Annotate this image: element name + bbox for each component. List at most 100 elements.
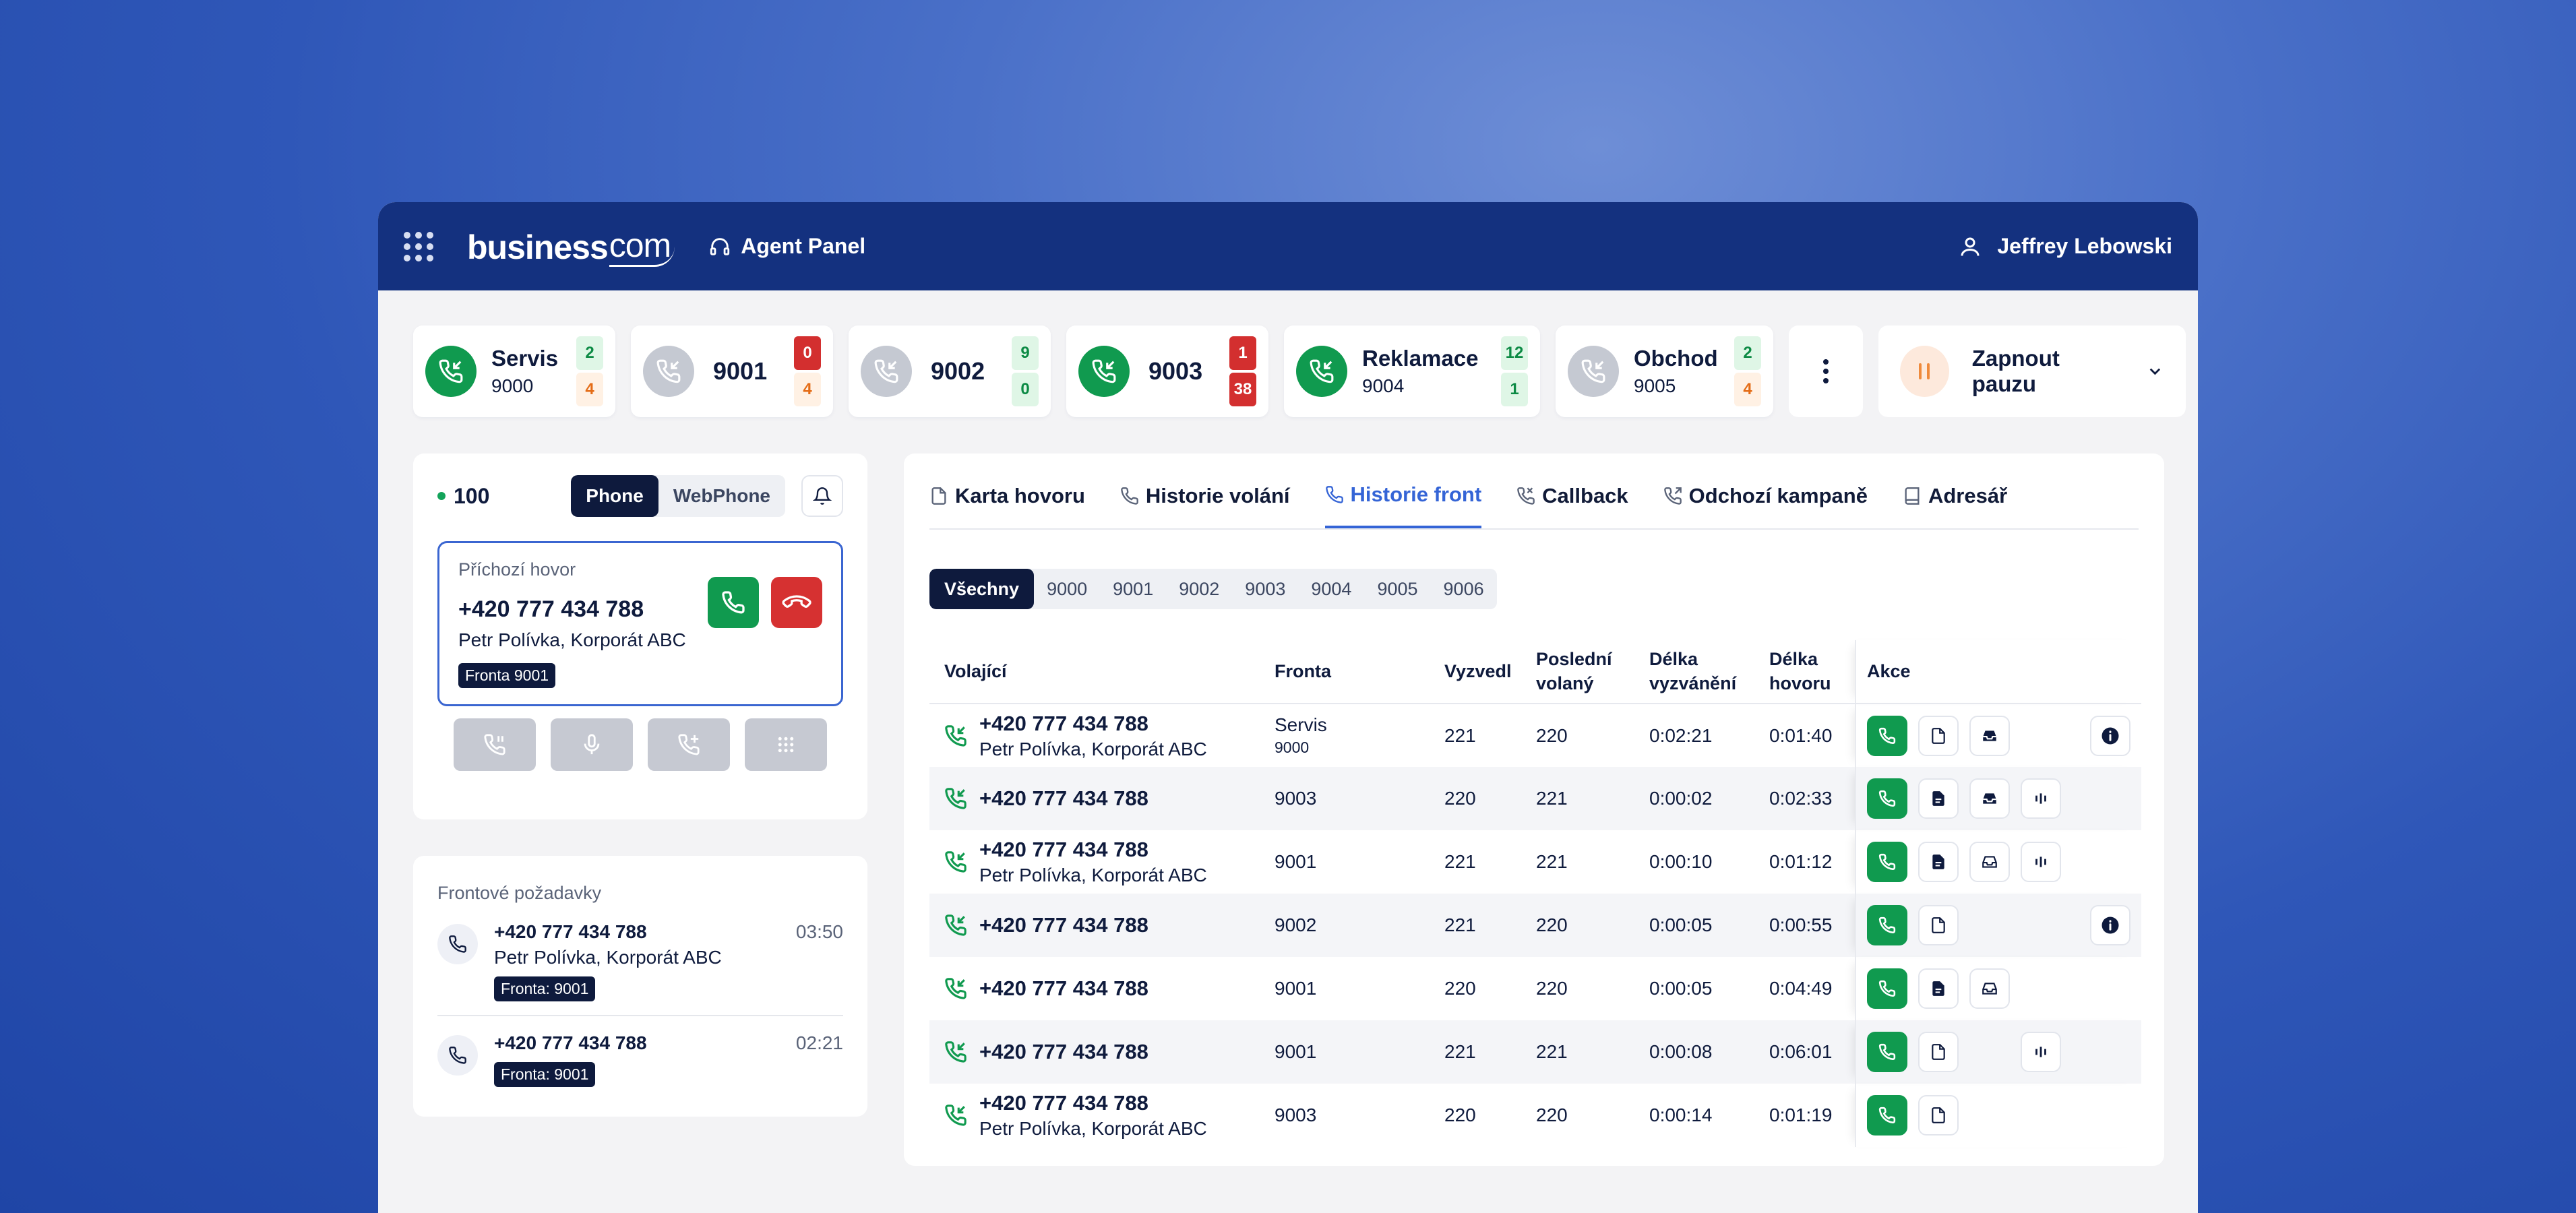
caller-number: +420 777 434 788 bbox=[979, 711, 1148, 735]
hangup-icon bbox=[782, 595, 811, 608]
call-back-button[interactable] bbox=[1867, 1095, 1907, 1136]
call-card-button[interactable] bbox=[1918, 1095, 1959, 1136]
document-filled-icon bbox=[1932, 981, 1944, 996]
table-row[interactable]: +420 777 434 788 9001 221 221 0:00:08 0:… bbox=[929, 1020, 2141, 1084]
call-card-button[interactable] bbox=[1918, 905, 1959, 945]
incoming-call-card: Příchozí hovor +420 777 434 788 Petr Pol… bbox=[437, 541, 843, 706]
webphone-mode-button[interactable]: WebPhone bbox=[658, 475, 785, 517]
phone-icon bbox=[1121, 487, 1138, 505]
caller-number: +420 777 434 788 bbox=[979, 976, 1148, 1000]
bell-icon bbox=[813, 487, 832, 505]
ticket-button[interactable] bbox=[1969, 968, 2010, 1009]
col-caller[interactable]: Volající bbox=[929, 640, 1275, 704]
info-button[interactable] bbox=[2090, 715, 2130, 756]
tab-historie-volani[interactable]: Historie volání bbox=[1120, 470, 1290, 528]
queue-card-9002[interactable]: 9002 90 bbox=[849, 325, 1051, 417]
call-card-button[interactable] bbox=[1918, 778, 1959, 819]
picked-cell: 220 bbox=[1444, 767, 1536, 830]
tab-adresar[interactable]: Adresář bbox=[1903, 470, 2007, 528]
ticket-button[interactable] bbox=[1969, 842, 2010, 882]
call-card-button[interactable] bbox=[1918, 842, 1959, 882]
table-row[interactable]: +420 777 434 788 Petr Polívka, Korporát … bbox=[929, 704, 2141, 767]
ring-time-cell: 0:00:02 bbox=[1649, 767, 1769, 830]
incoming-call-icon bbox=[1568, 346, 1619, 397]
col-queue[interactable]: Fronta bbox=[1275, 640, 1444, 704]
more-queues-button[interactable] bbox=[1789, 325, 1863, 417]
last-called-cell: 221 bbox=[1536, 767, 1649, 830]
call-back-button[interactable] bbox=[1867, 1032, 1907, 1072]
document-icon bbox=[1932, 727, 1945, 744]
queue-request-item[interactable]: +420 777 434 788 Fronta: 9001 02:21 bbox=[437, 1015, 843, 1087]
ring-time-cell: 0:02:21 bbox=[1649, 724, 1713, 746]
queue-card-servis[interactable]: Servis 9000 24 bbox=[413, 325, 615, 417]
last-called-cell: 220 bbox=[1536, 894, 1649, 957]
col-talk-time[interactable]: Délka hovoru bbox=[1769, 640, 1856, 704]
call-card-button[interactable] bbox=[1918, 1032, 1959, 1072]
table-row[interactable]: +420 777 434 788 Petr Polívka, Korporát … bbox=[929, 830, 2141, 894]
transfer-button[interactable] bbox=[648, 718, 730, 771]
caller-number: +420 777 434 788 bbox=[979, 1040, 1148, 1063]
filter-all[interactable]: Všechny bbox=[929, 569, 1035, 609]
recording-button[interactable] bbox=[2021, 1032, 2061, 1072]
call-back-button[interactable] bbox=[1867, 968, 1907, 1009]
waiting-badge: 2 bbox=[576, 336, 603, 370]
recording-icon bbox=[2035, 793, 2046, 804]
queue-name: 9003 bbox=[1275, 1105, 1317, 1125]
pause-dropdown[interactable]: Zapnout pauzu bbox=[1878, 325, 2186, 417]
call-back-button[interactable] bbox=[1867, 842, 1907, 882]
accept-call-button[interactable] bbox=[708, 577, 759, 628]
user-menu[interactable]: Jeffrey Lebowski bbox=[1958, 234, 2172, 259]
table-row[interactable]: +420 777 434 788 9001 220 220 0:00:05 0:… bbox=[929, 957, 2141, 1020]
col-ring-time[interactable]: Délka vyzvánění bbox=[1649, 640, 1769, 704]
filter-9006[interactable]: 9006 bbox=[1431, 569, 1497, 609]
info-button[interactable] bbox=[2090, 905, 2130, 945]
agent-panel-label: Agent Panel bbox=[708, 234, 865, 259]
ticket-button[interactable] bbox=[1969, 778, 2010, 819]
talk-time-cell: 0:01:12 bbox=[1769, 851, 1833, 872]
phone-mode-toggle: Phone WebPhone bbox=[571, 475, 785, 517]
table-row[interactable]: +420 777 434 788 Petr Polívka, Korporát … bbox=[929, 1084, 2141, 1147]
queue-card-reklamace[interactable]: Reklamace 9004 12 1 bbox=[1284, 325, 1540, 417]
table-row[interactable]: +420 777 434 788 9002 221 220 0:00:05 0:… bbox=[929, 894, 2141, 957]
call-card-button[interactable] bbox=[1918, 968, 1959, 1009]
queue-request-item[interactable]: +420 777 434 788 Petr Polívka, Korporát … bbox=[437, 921, 843, 1001]
col-last-called[interactable]: Poslední volaný bbox=[1536, 640, 1649, 704]
queue-card-obchod[interactable]: Obchod 9005 24 bbox=[1556, 325, 1773, 417]
tab-odchozi-kampane[interactable]: Odchozí kampaně bbox=[1663, 470, 1868, 528]
apps-grid-icon[interactable] bbox=[404, 231, 433, 261]
caller-cell: +420 777 434 788 Petr Polívka, Korporát … bbox=[929, 704, 1275, 767]
hold-button[interactable] bbox=[454, 718, 536, 771]
filter-9004[interactable]: 9004 bbox=[1298, 569, 1364, 609]
caller-name: Petr Polívka, Korporát ABC bbox=[979, 1118, 1207, 1139]
queue-name: 9003 bbox=[1148, 357, 1203, 385]
filter-9005[interactable]: 9005 bbox=[1364, 569, 1430, 609]
notifications-button[interactable] bbox=[801, 475, 843, 517]
call-card-button[interactable] bbox=[1918, 715, 1959, 756]
recording-button[interactable] bbox=[2021, 842, 2061, 882]
dialpad-button[interactable] bbox=[745, 718, 827, 771]
phone-mode-button[interactable]: Phone bbox=[571, 475, 658, 517]
filter-9003[interactable]: 9003 bbox=[1232, 569, 1298, 609]
queue-card-9003[interactable]: 9003 1 38 bbox=[1066, 325, 1268, 417]
table-row[interactable]: +420 777 434 788 9003 220 221 0:00:02 0:… bbox=[929, 767, 2141, 830]
mute-button[interactable] bbox=[551, 718, 633, 771]
incoming-call-icon bbox=[643, 346, 694, 397]
call-back-button[interactable] bbox=[1867, 715, 1907, 756]
filter-9002[interactable]: 9002 bbox=[1166, 569, 1232, 609]
tab-karta-hovoru[interactable]: Karta hovoru bbox=[929, 470, 1085, 528]
incoming-name: Petr Polívka, Korporát ABC bbox=[458, 629, 686, 650]
recording-button[interactable] bbox=[2021, 778, 2061, 819]
ticket-button[interactable] bbox=[1969, 715, 2010, 756]
col-picked[interactable]: Vyzvedl bbox=[1444, 640, 1536, 704]
call-back-button[interactable] bbox=[1867, 905, 1907, 945]
reject-call-button[interactable] bbox=[771, 577, 822, 628]
request-time: 03:50 bbox=[795, 921, 843, 942]
queue-card-9001[interactable]: 9001 04 bbox=[631, 325, 833, 417]
call-back-button[interactable] bbox=[1867, 778, 1907, 819]
filter-9000[interactable]: 9000 bbox=[1034, 569, 1100, 609]
tab-historie-front[interactable]: Historie front bbox=[1324, 470, 1482, 528]
filter-9001[interactable]: 9001 bbox=[1100, 569, 1166, 609]
actions-cell bbox=[1855, 767, 2141, 830]
pause-label: Zapnout pauzu bbox=[1971, 346, 2060, 396]
tab-callback[interactable]: Callback bbox=[1516, 470, 1628, 528]
